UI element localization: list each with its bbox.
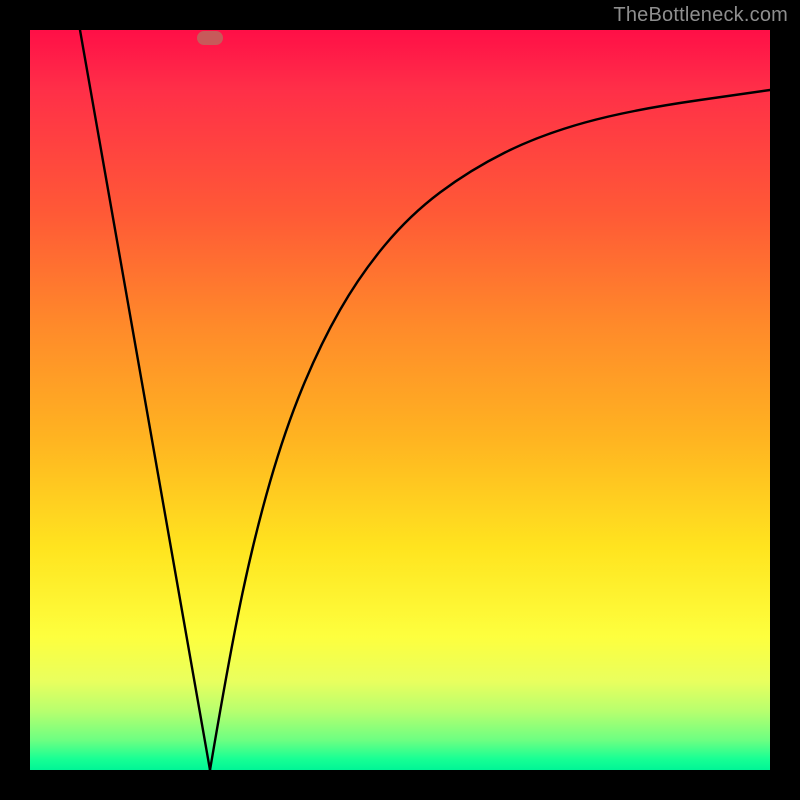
plot-area: [30, 30, 770, 770]
chart-frame: TheBottleneck.com: [0, 0, 800, 800]
watermark-text: TheBottleneck.com: [613, 4, 788, 27]
minimum-marker: [197, 31, 223, 45]
bottleneck-curve: [30, 30, 770, 770]
curve-left-branch: [80, 30, 210, 770]
curve-right-branch: [210, 90, 770, 770]
